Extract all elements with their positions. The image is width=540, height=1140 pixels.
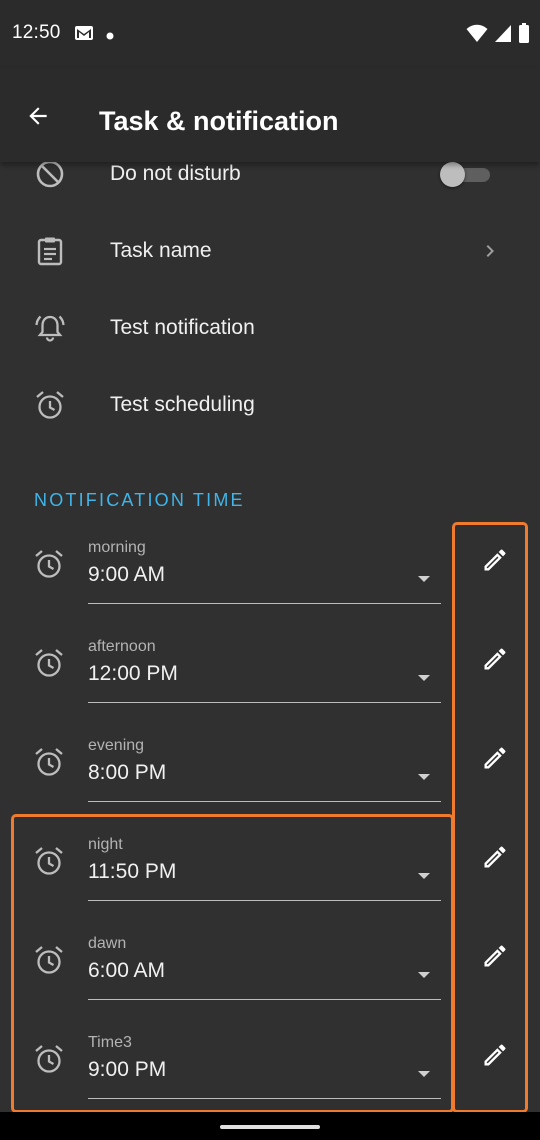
alarm-icon <box>33 746 67 780</box>
time-item-night[interactable]: night 11:50 PM <box>0 827 450 926</box>
time-value[interactable]: 6:00 AM <box>88 959 165 983</box>
signal-icon <box>494 23 512 48</box>
page-title: Task & notification <box>99 106 339 136</box>
edit-dawn-button[interactable] <box>473 936 517 980</box>
status-right-icons <box>466 22 530 49</box>
alarm-icon <box>33 647 67 681</box>
field-underline <box>88 900 441 901</box>
notification-dot-icon <box>106 27 114 45</box>
time-label: afternoon <box>88 638 156 655</box>
navigation-bar <box>0 1112 540 1140</box>
alarm-icon <box>33 845 67 879</box>
time-value[interactable]: 11:50 PM <box>88 860 176 884</box>
edit-night-button[interactable] <box>473 837 517 881</box>
alarm-icon <box>33 944 67 978</box>
time-item-morning[interactable]: morning 9:00 AM <box>0 530 450 629</box>
alarm-icon <box>33 388 67 422</box>
test-notification-label: Test notification <box>110 316 255 339</box>
pencil-icon <box>481 942 509 975</box>
pencil-icon <box>481 1041 509 1074</box>
task-name-row[interactable]: Task name <box>0 213 540 290</box>
dropdown-arrow-icon[interactable] <box>412 1061 436 1085</box>
pencil-icon <box>481 744 509 777</box>
test-scheduling-label: Test scheduling <box>110 393 255 416</box>
time-label: evening <box>88 737 145 754</box>
dropdown-arrow-icon[interactable] <box>412 566 436 590</box>
field-underline <box>88 1098 441 1099</box>
edit-time3-button[interactable] <box>473 1035 517 1079</box>
edit-morning-button[interactable] <box>473 540 517 584</box>
status-bar: 12:50 <box>0 0 540 68</box>
do-not-disturb-toggle[interactable] <box>440 162 490 187</box>
test-scheduling-row[interactable]: Test scheduling <box>0 367 540 444</box>
back-arrow-icon <box>25 103 51 134</box>
time-value[interactable]: 8:00 PM <box>88 761 166 785</box>
task-name-label: Task name <box>110 239 212 262</box>
time-label: morning <box>88 539 146 556</box>
pencil-icon <box>481 843 509 876</box>
time-item-time3[interactable]: Time3 9:00 PM <box>0 1025 450 1124</box>
alarm-icon <box>33 1043 67 1077</box>
time-item-afternoon[interactable]: afternoon 12:00 PM <box>0 629 450 728</box>
back-button[interactable] <box>18 98 58 138</box>
field-underline <box>88 603 441 604</box>
toggle-thumb <box>440 162 465 187</box>
wifi-icon <box>466 23 488 48</box>
time-label: night <box>88 836 123 853</box>
time-value[interactable]: 12:00 PM <box>88 662 178 686</box>
alarm-bell-icon <box>33 311 67 345</box>
test-notification-row[interactable]: Test notification <box>0 290 540 367</box>
edit-afternoon-button[interactable] <box>473 639 517 683</box>
time-item-evening[interactable]: evening 8:00 PM <box>0 728 450 827</box>
dropdown-arrow-icon[interactable] <box>412 863 436 887</box>
status-time: 12:50 <box>12 22 61 43</box>
dropdown-arrow-icon[interactable] <box>412 962 436 986</box>
dropdown-arrow-icon[interactable] <box>412 764 436 788</box>
highlight-edit-column <box>452 522 528 1113</box>
do-not-disturb-label: Do not disturb <box>110 162 241 185</box>
field-underline <box>88 702 441 703</box>
dropdown-arrow-icon[interactable] <box>412 665 436 689</box>
gmail-icon <box>74 24 94 47</box>
clipboard-icon <box>33 234 67 268</box>
time-item-dawn[interactable]: dawn 6:00 AM <box>0 926 450 1025</box>
field-underline <box>88 999 441 1000</box>
screen: 12:50 Task & notification Do not disturb… <box>0 0 540 1140</box>
home-indicator[interactable] <box>220 1125 320 1129</box>
time-label: Time3 <box>88 1034 132 1051</box>
do-not-disturb-icon <box>33 157 67 191</box>
time-value[interactable]: 9:00 PM <box>88 1058 166 1082</box>
notification-time-header: NOTIFICATION TIME <box>34 490 245 510</box>
app-bar: Task & notification <box>0 68 540 162</box>
status-left-icons <box>74 24 114 47</box>
pencil-icon <box>481 645 509 678</box>
time-value[interactable]: 9:00 AM <box>88 563 165 587</box>
edit-evening-button[interactable] <box>473 738 517 782</box>
time-label: dawn <box>88 935 127 952</box>
battery-icon <box>518 22 530 49</box>
field-underline <box>88 801 441 802</box>
alarm-icon <box>33 548 67 582</box>
chevron-right-icon[interactable] <box>478 239 502 263</box>
pencil-icon <box>481 546 509 579</box>
